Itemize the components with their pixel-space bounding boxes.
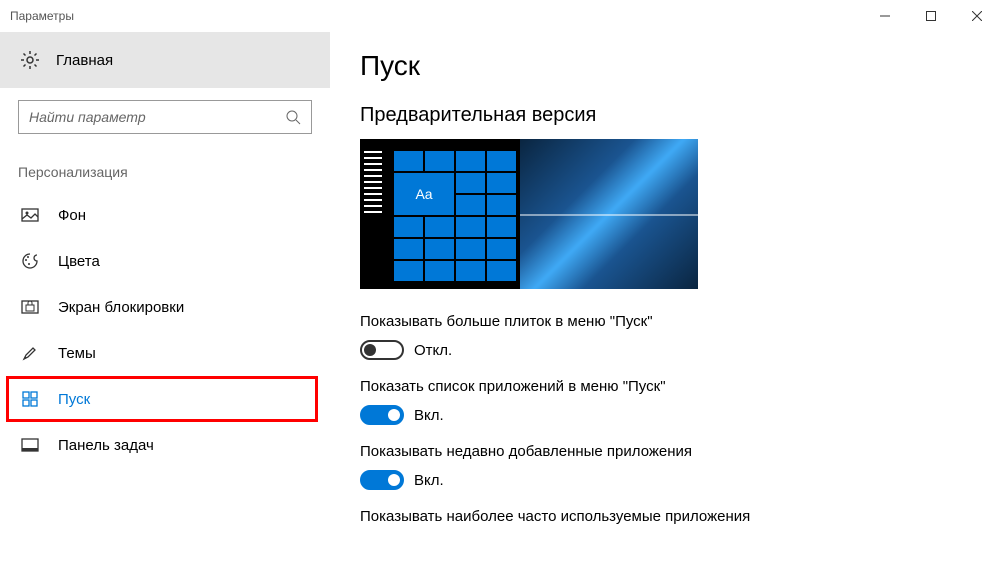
search-box[interactable] [18,100,312,134]
sidebar: Главная Персонализация Фон Цвета Э [0,32,330,570]
setting-app-list: Показать список приложений в меню "Пуск"… [360,378,970,425]
setting-label: Показать список приложений в меню "Пуск" [360,378,970,395]
sidebar-item-lockscreen[interactable]: Экран блокировки [0,284,330,330]
start-preview: Aa [360,139,698,289]
sidebar-item-label: Цвета [58,253,100,270]
lockscreen-icon [20,297,40,317]
home-label: Главная [56,52,113,69]
preview-start-menu: Aa [360,139,520,289]
picture-icon [20,205,40,225]
setting-most-used: Показывать наиболее часто используемые п… [360,508,970,525]
sidebar-item-label: Экран блокировки [58,299,184,316]
sidebar-item-label: Пуск [58,391,90,408]
brush-icon [20,343,40,363]
minimize-button[interactable] [862,0,908,32]
main-content: Пуск Предварительная версия Aa [330,32,1000,570]
palette-icon [20,251,40,271]
preview-tile-aa: Aa [394,173,454,215]
taskbar-icon [20,435,40,455]
sidebar-item-label: Фон [58,207,86,224]
setting-recently-added: Показывать недавно добавленные приложени… [360,443,970,490]
window-controls [862,0,1000,32]
setting-label: Показывать больше плиток в меню "Пуск" [360,313,970,330]
sidebar-item-taskbar[interactable]: Панель задач [0,422,330,468]
gear-icon [20,50,40,70]
preview-label: Предварительная версия [360,104,970,127]
sidebar-item-background[interactable]: Фон [0,192,330,238]
search-icon [285,109,301,125]
search-input[interactable] [29,109,274,125]
sidebar-item-themes[interactable]: Темы [0,330,330,376]
window-title: Параметры [10,9,74,23]
toggle-state: Вкл. [414,407,444,424]
home-button[interactable]: Главная [0,32,330,88]
sidebar-item-start[interactable]: Пуск [6,376,318,422]
toggle-state: Откл. [414,342,452,359]
close-icon [972,11,982,21]
preview-app-list [360,139,390,289]
maximize-icon [926,11,936,21]
preview-tiles: Aa [390,139,520,289]
preview-desktop [520,139,698,289]
setting-label: Показывать недавно добавленные приложени… [360,443,970,460]
titlebar: Параметры [0,0,1000,32]
toggle-state: Вкл. [414,472,444,489]
sidebar-item-label: Темы [58,345,96,362]
toggle-recently-added[interactable] [360,470,404,490]
minimize-icon [880,11,890,21]
setting-label: Показывать наиболее часто используемые п… [360,508,970,525]
toggle-more-tiles[interactable] [360,340,404,360]
close-button[interactable] [954,0,1000,32]
sidebar-item-label: Панель задач [58,437,154,454]
page-title: Пуск [360,50,970,82]
maximize-button[interactable] [908,0,954,32]
sidebar-item-colors[interactable]: Цвета [0,238,330,284]
section-header: Персонализация [0,134,330,192]
toggle-app-list[interactable] [360,405,404,425]
setting-more-tiles: Показывать больше плиток в меню "Пуск" О… [360,313,970,360]
start-icon [20,389,40,409]
